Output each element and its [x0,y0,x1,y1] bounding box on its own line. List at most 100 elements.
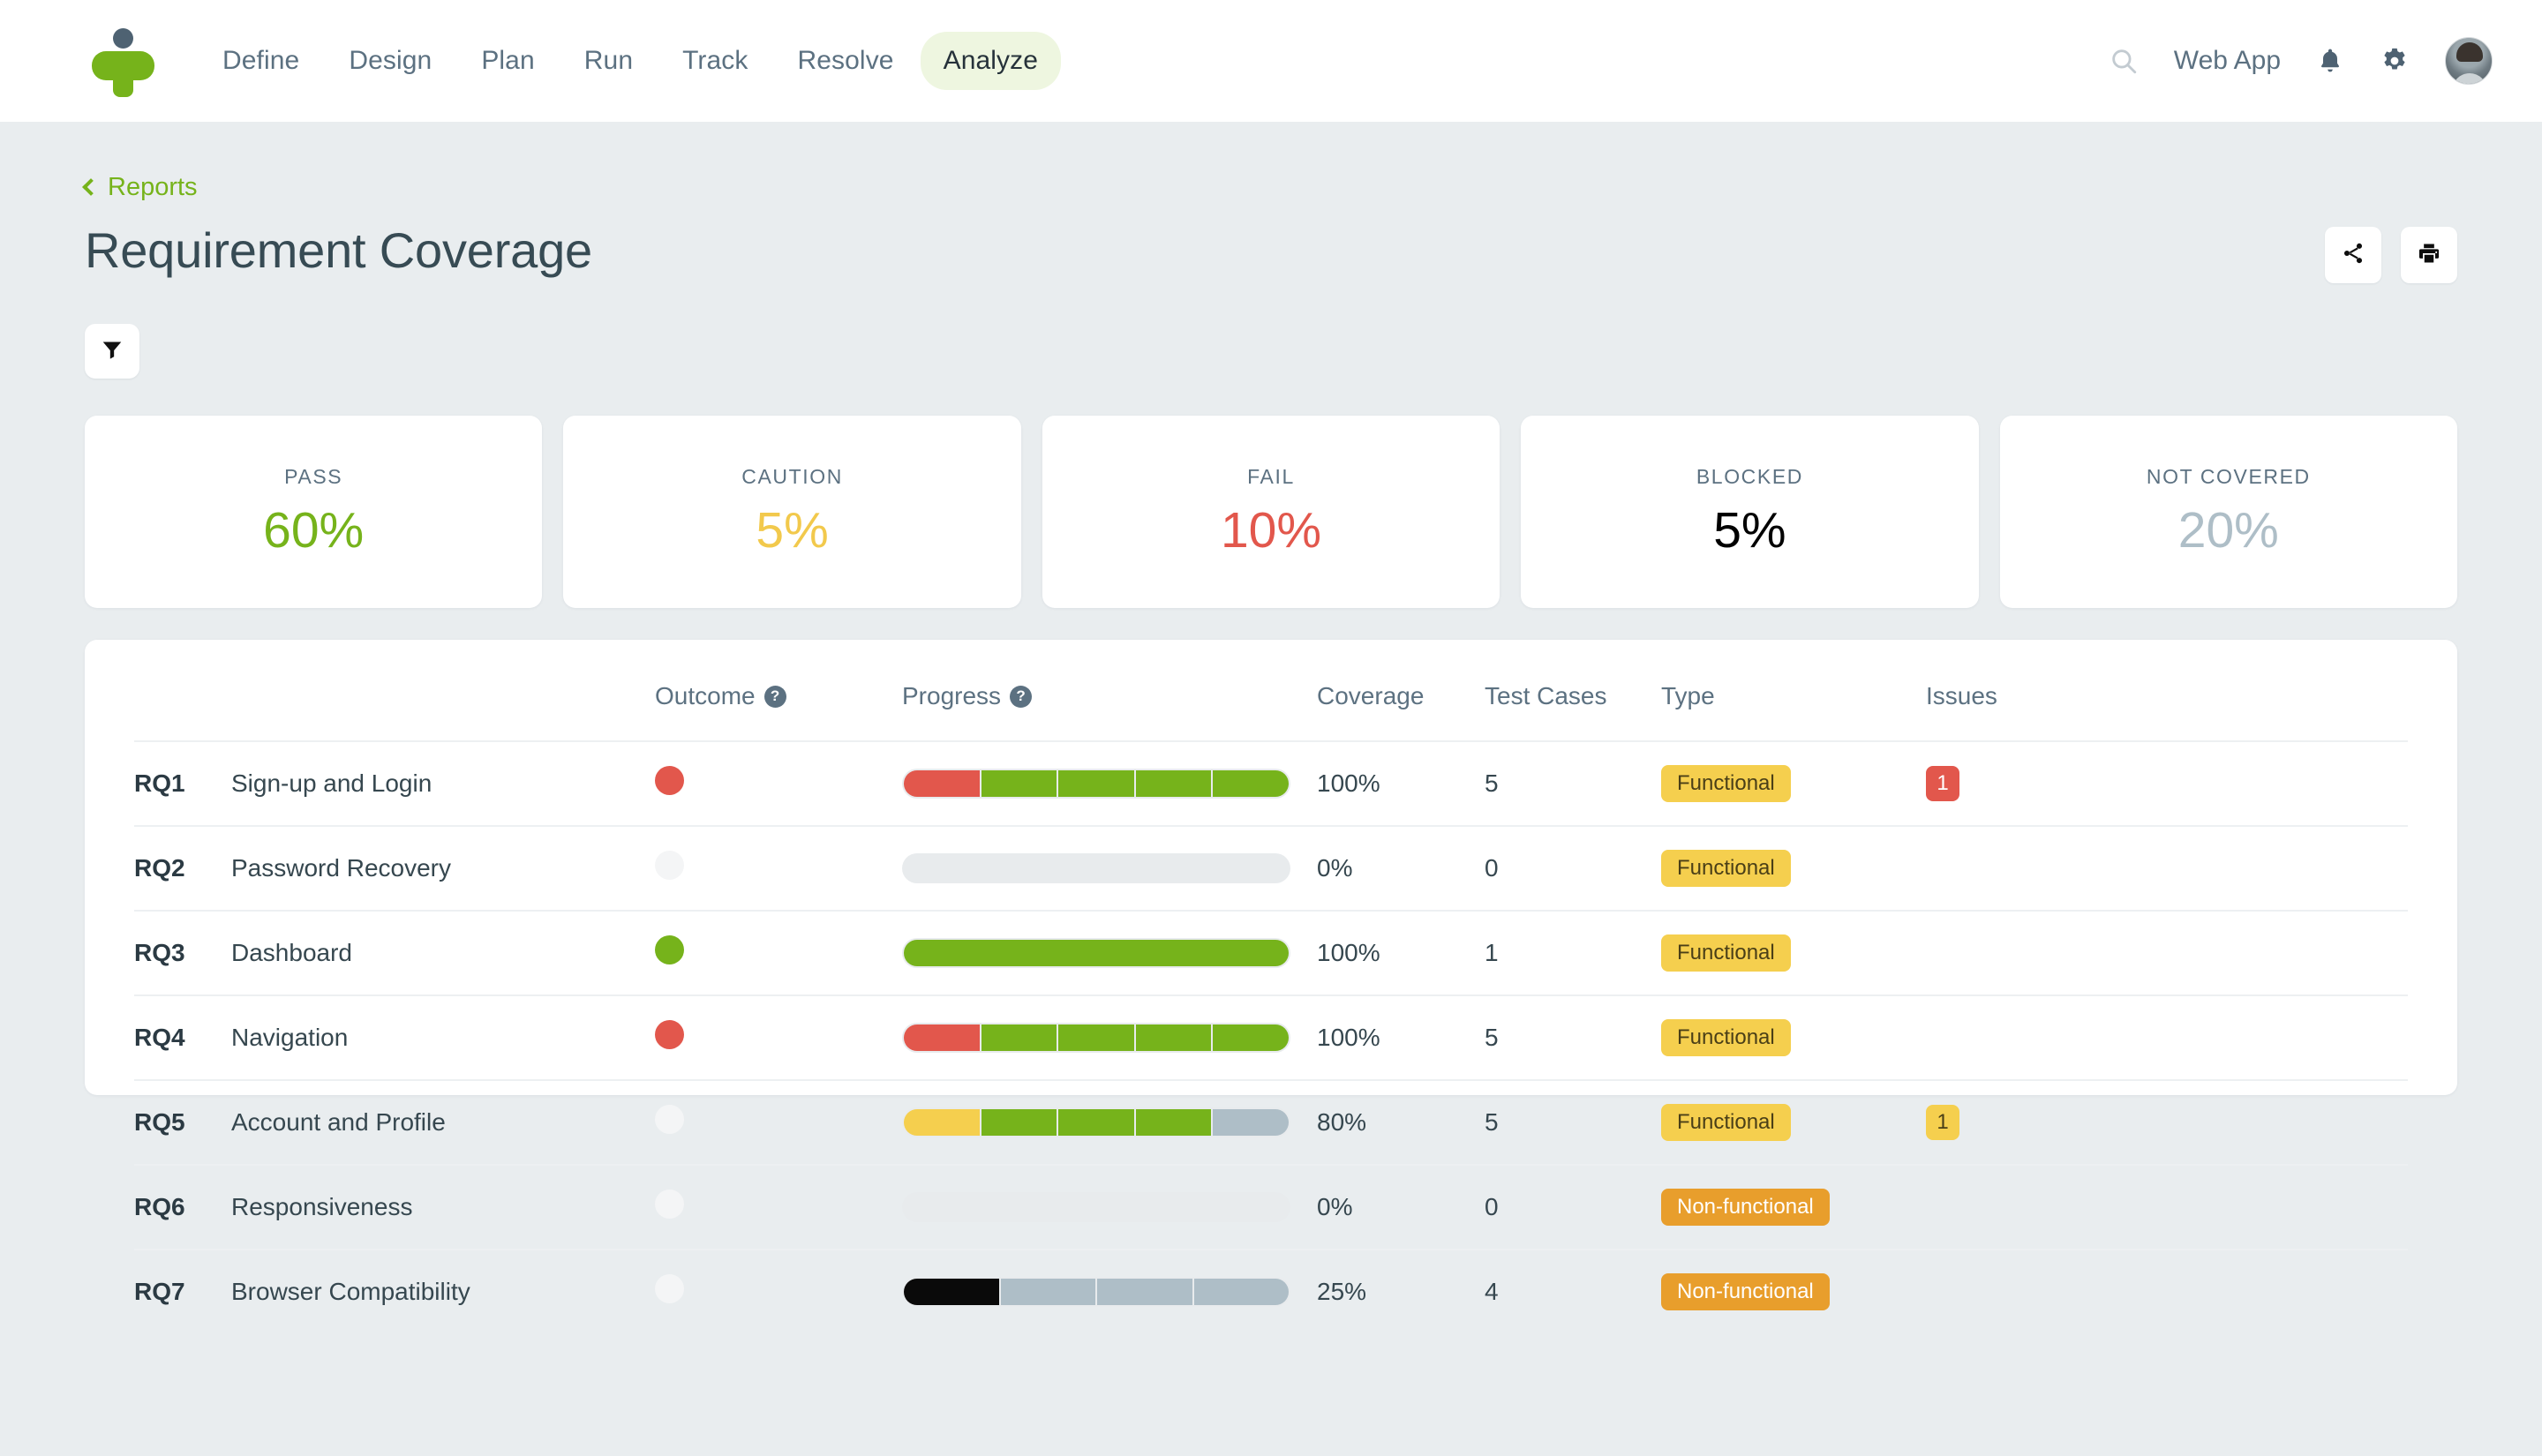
cell-progress [902,910,1317,995]
cell-type: Non-functional [1661,1164,1926,1250]
cell-coverage: 80% [1317,1079,1485,1165]
stat-value: 20% [2177,501,2279,559]
bell-icon[interactable] [2316,46,2344,76]
breadcrumb-label: Reports [108,173,198,201]
nav-item-track[interactable]: Track [659,32,771,90]
cell-test-cases: 5 [1485,994,1661,1080]
tricentis-logo[interactable] [85,23,161,99]
cell-coverage: 25% [1317,1249,1485,1333]
column-header-coverage: Coverage [1317,640,1485,741]
column-header-label: Coverage [1317,682,1425,709]
column-header-label: Test Cases [1485,682,1607,709]
cell-requirement-name: Sign-up and Login [231,740,655,826]
progress-bar [902,1277,1290,1307]
page-body: Reports Requirement Coverage PASS 60% CA… [0,173,2542,1333]
progress-bar [902,938,1290,968]
table-row[interactable]: RQ2 Password Recovery 0% 0 Functional [134,825,2408,911]
nav-item-run[interactable]: Run [561,32,656,90]
help-icon[interactable]: ? [763,685,786,708]
cell-requirement-name: Navigation [231,994,655,1080]
outcome-dot-fail [655,766,684,795]
stat-card-caution[interactable]: CAUTION 5% [563,416,1021,608]
stat-label: FAIL [1247,464,1295,488]
table-row[interactable]: RQ5 Account and Profile 80% 5 Functional 1 [134,1079,2408,1165]
stat-label: BLOCKED [1696,464,1803,488]
help-icon[interactable]: ? [1010,685,1033,708]
table-row[interactable]: RQ3 Dashboard 100% 1 Functional [134,910,2408,995]
progress-segment-pass [1058,1109,1134,1136]
progress-segment-pass [981,770,1057,797]
cell-progress [902,740,1317,826]
cell-issues [1926,994,2408,1080]
cell-coverage: 0% [1317,825,1485,911]
requirement-id: RQ2 [134,854,185,882]
cell-type: Functional [1661,740,1926,826]
column-header-inner: Coverage [1317,682,1485,710]
progress-segment-pass [904,940,1289,966]
cell-requirement-name: Responsiveness [231,1164,655,1250]
user-avatar[interactable] [2445,37,2493,85]
stat-label: NOT COVERED [2146,464,2311,488]
cell-requirement-id: RQ5 [134,1079,231,1165]
cell-progress [902,1249,1317,1333]
stat-card-not-covered[interactable]: NOT COVERED 20% [1999,416,2458,608]
search-icon[interactable] [2109,46,2139,76]
table-row[interactable]: RQ6 Responsiveness 0% 0 Non-functional [134,1164,2408,1250]
cell-requirement-name: Password Recovery [231,825,655,911]
progress-segment-fail [904,1024,980,1051]
column-header-outcome: Outcome? [655,640,902,741]
type-badge: Non-functional [1661,1273,1830,1310]
progress-bar [902,1192,1290,1222]
column-header-label: Type [1661,682,1715,709]
cell-requirement-name: Browser Compatibility [231,1249,655,1333]
cell-issues [1926,825,2408,911]
progress-segment-pass [1058,770,1134,797]
nav-item-design[interactable]: Design [326,32,455,90]
progress-bar [902,1023,1290,1053]
issue-count-badge[interactable]: 1 [1926,1105,1959,1140]
webapp-link[interactable]: Web App [2174,46,2281,76]
issue-count-badge[interactable]: 1 [1926,766,1959,801]
progress-segment-not-covered [1097,1279,1192,1305]
nav-item-resolve[interactable]: Resolve [775,32,917,90]
stat-card-blocked[interactable]: BLOCKED 5% [1521,416,1979,608]
logo-stem-shape [113,51,133,97]
title-actions [2325,227,2457,283]
cell-issues: 1 [1926,740,2408,826]
outcome-dot-none [655,1105,684,1134]
cell-progress [902,1079,1317,1165]
table-row[interactable]: RQ4 Navigation 100% 5 Functional [134,994,2408,1080]
table-row[interactable]: RQ7 Browser Compatibility 25% 4 Non-function… [134,1249,2408,1333]
progress-bar [902,769,1290,799]
cell-type: Non-functional [1661,1249,1926,1333]
filter-button[interactable] [85,324,139,379]
gear-icon[interactable] [2380,46,2410,76]
column-header-issues: Issues [1926,640,2408,741]
requirement-id: RQ5 [134,1108,185,1136]
cell-issues [1926,910,2408,995]
table-head: Outcome? Progress? Coverage Test Cases Type I… [134,640,2408,741]
progress-segment-pass [1135,1109,1212,1136]
table-row[interactable]: RQ1 Sign-up and Login 100% 5 Functional 1 [134,740,2408,826]
progress-segment-not-covered [1213,1109,1289,1136]
column-header-label: Issues [1926,682,1997,709]
cell-requirement-id: RQ1 [134,740,231,826]
nav-item-plan[interactable]: Plan [458,32,557,90]
stat-card-fail[interactable]: FAIL 10% [1042,416,1500,608]
filter-icon [100,338,124,365]
progress-segment-pass [981,1024,1057,1051]
type-badge: Functional [1661,1104,1791,1141]
requirement-coverage-table-card: Outcome? Progress? Coverage Test Cases Type I… [85,640,2457,1333]
stat-card-pass[interactable]: PASS 60% [85,416,543,608]
column-header-inner: Issues [1926,682,2408,710]
stat-label: CAUTION [741,464,843,488]
nav-item-define[interactable]: Define [199,32,322,90]
nav-item-analyze[interactable]: Analyze [920,32,1062,90]
cell-outcome [655,1164,902,1250]
page-title: Requirement Coverage [85,222,592,278]
progress-segment-fail [904,770,980,797]
progress-bar [902,853,1290,883]
share-button[interactable] [2325,227,2381,283]
print-button[interactable] [2401,227,2457,283]
breadcrumb[interactable]: Reports [82,173,198,202]
